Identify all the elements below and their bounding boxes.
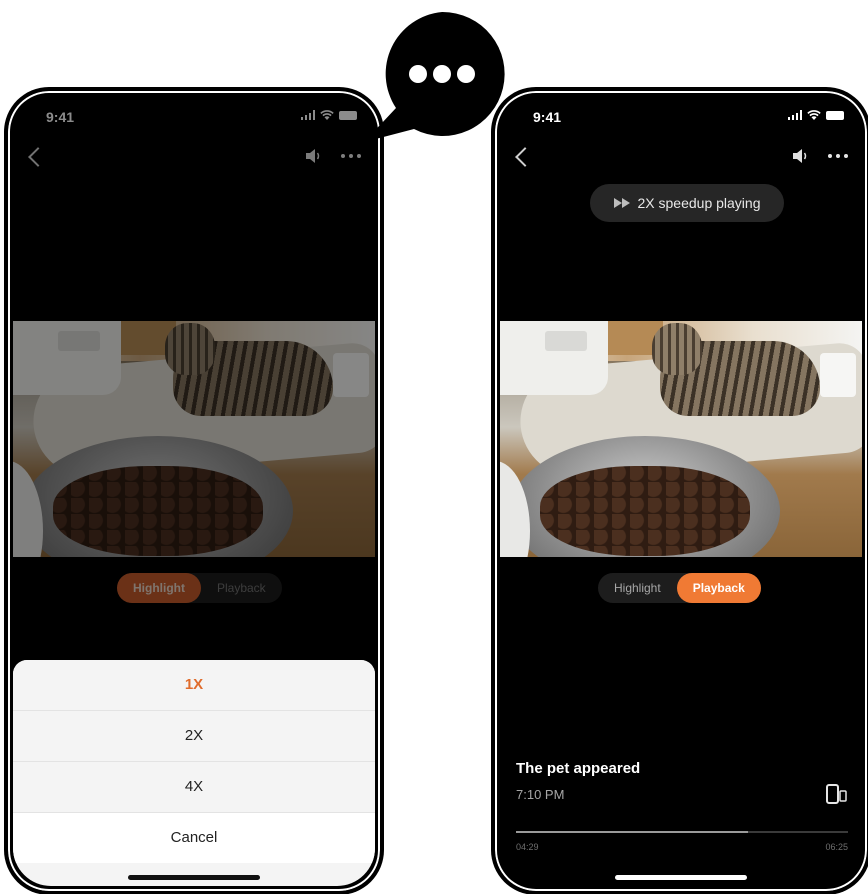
tab-highlight[interactable]: Highlight <box>598 573 677 603</box>
more-icon[interactable] <box>828 154 848 158</box>
battery-icon <box>826 111 844 120</box>
speed-sheet: 1X 2X 4X Cancel <box>13 660 375 886</box>
speed-option-2x[interactable]: 2X <box>13 711 375 762</box>
camera-video[interactable] <box>500 321 862 557</box>
speed-option-1x[interactable]: 1X <box>13 660 375 711</box>
mode-tabs: Highlight Playback <box>598 573 761 603</box>
status-icons <box>787 110 844 120</box>
more-dots-icon <box>409 65 475 83</box>
phone-device-icon[interactable] <box>826 784 848 804</box>
phone-left: 9:41 Highlight Playback 1X 2X 4X Cancel <box>5 88 383 894</box>
home-indicator[interactable] <box>615 875 747 880</box>
cancel-button[interactable]: Cancel <box>13 813 375 863</box>
toast-text: 2X speedup playing <box>637 195 761 211</box>
status-time: 9:41 <box>533 109 562 125</box>
speed-toast: 2X speedup playing <box>590 184 784 222</box>
tab-playback[interactable]: Playback <box>676 573 761 603</box>
wifi-icon <box>807 110 821 120</box>
event-title: The pet appeared <box>516 760 641 777</box>
fast-forward-icon <box>613 198 630 208</box>
current-time: 04:29 <box>516 842 539 852</box>
total-time: 06:25 <box>825 842 848 852</box>
progress-bar[interactable] <box>516 831 848 833</box>
home-indicator[interactable] <box>128 875 260 880</box>
speaker-icon[interactable] <box>792 148 810 164</box>
screen-right: 9:41 2X speedup playing Highlight Playba… <box>500 96 862 886</box>
signal-icon <box>787 110 802 120</box>
speed-option-4x[interactable]: 4X <box>13 762 375 813</box>
screen-left: 9:41 Highlight Playback 1X 2X 4X Cancel <box>13 96 375 886</box>
phone-right: 9:41 2X speedup playing Highlight Playba… <box>492 88 868 894</box>
event-time: 7:10 PM <box>516 787 565 802</box>
back-icon[interactable] <box>515 147 535 167</box>
progress-fill <box>516 831 749 833</box>
more-dots-callout <box>374 11 505 140</box>
